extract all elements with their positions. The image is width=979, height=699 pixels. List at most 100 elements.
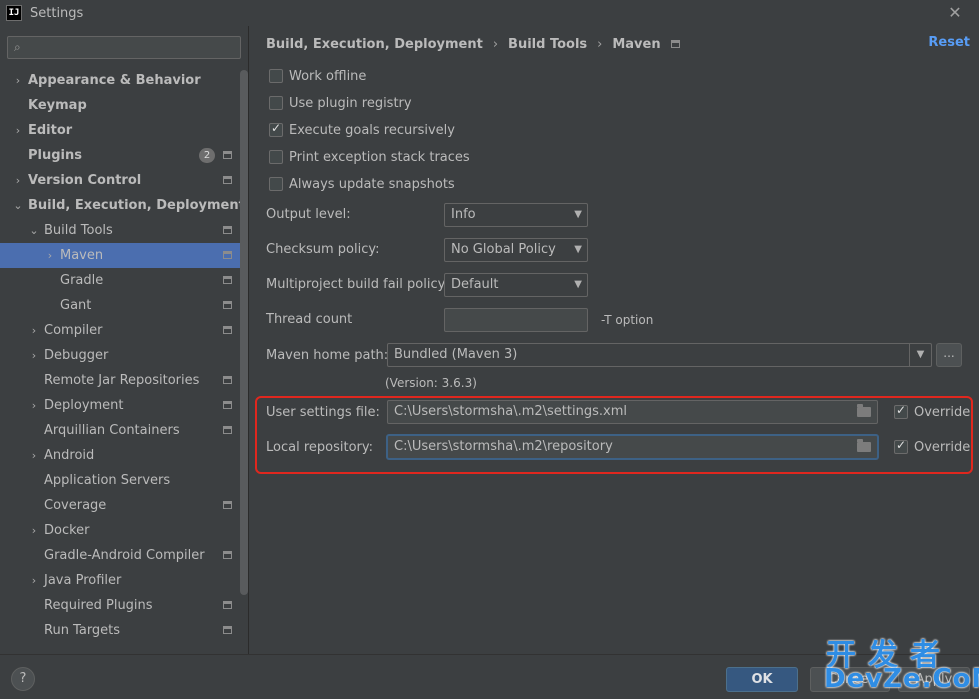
sidebar-item-maven[interactable]: › Maven [0, 243, 240, 268]
print-exception-stack-traces-checkbox[interactable]: Print exception stack traces [269, 148, 470, 166]
window-title: Settings [30, 5, 84, 21]
execute-goals-recursively-checkbox[interactable]: Execute goals recursively [269, 121, 455, 139]
checkbox-box[interactable] [269, 96, 283, 110]
ok-button[interactable]: OK [726, 667, 798, 692]
sidebar-item-java-profiler[interactable]: › Java Profiler [0, 568, 240, 593]
sidebar-item-label: Arquillian Containers [44, 423, 180, 438]
close-icon[interactable]: ✕ [945, 3, 965, 23]
checkbox-label: Execute goals recursively [289, 122, 455, 138]
project-settings-icon [223, 176, 232, 184]
chevron-down-icon[interactable]: ⌄ [12, 193, 24, 218]
local-repository-override-checkbox[interactable]: Override [894, 438, 970, 456]
sidebar-item-appearance-behavior[interactable]: › Appearance & Behavior [0, 68, 240, 93]
sidebar-item-build-tools[interactable]: ⌄ Build Tools [0, 218, 240, 243]
checkbox-box[interactable] [269, 150, 283, 164]
maven-home-browse-button[interactable]: ... [936, 343, 962, 367]
cancel-button[interactable]: Cancel [810, 667, 890, 692]
checkbox-box[interactable] [894, 403, 908, 419]
sidebar-item-label: Application Servers [44, 473, 171, 488]
reset-link[interactable]: Reset [928, 35, 970, 50]
search-input[interactable] [32, 38, 237, 57]
dialog-footer: ? OK Cancel Apply [0, 654, 979, 699]
project-settings-icon [223, 626, 232, 634]
sidebar-item-plugins[interactable]: Plugins 2 [0, 143, 240, 168]
chevron-right-icon[interactable]: › [44, 243, 56, 268]
sidebar-item-label: Maven [60, 248, 104, 263]
sidebar-item-version-control[interactable]: › Version Control [0, 168, 240, 193]
checkbox-box[interactable] [269, 177, 283, 191]
local-repository-value: C:\Users\stormsha\.m2\repository [394, 439, 613, 454]
folder-icon[interactable] [857, 439, 871, 452]
sidebar-item-android[interactable]: › Android [0, 443, 240, 468]
settings-search[interactable]: ⌕ [7, 36, 241, 59]
override-label: Override [914, 439, 971, 455]
output-level-label: Output level: [266, 207, 351, 222]
chevron-down-icon[interactable]: ⌄ [28, 218, 40, 243]
local-repository-input[interactable]: C:\Users\stormsha\.m2\repository [387, 435, 878, 459]
sidebar-item-deployment[interactable]: › Deployment [0, 393, 240, 418]
chevron-right-icon[interactable]: › [28, 393, 40, 418]
maven-home-path-select[interactable]: Bundled (Maven 3) ▼ [387, 343, 932, 367]
checkbox-box[interactable] [894, 438, 908, 454]
sidebar-item-gant[interactable]: Gant [0, 293, 240, 318]
chevron-right-icon[interactable]: › [28, 443, 40, 468]
sidebar-item-gradle[interactable]: Gradle [0, 268, 240, 293]
sidebar-item-run-targets[interactable]: Run Targets [0, 618, 240, 643]
checksum-policy-value: No Global Policy [451, 242, 556, 257]
checkbox-box[interactable] [269, 69, 283, 83]
project-settings-icon [223, 276, 232, 284]
sidebar-item-editor[interactable]: › Editor [0, 118, 240, 143]
checkbox-label: Work offline [289, 68, 367, 84]
work-offline-checkbox[interactable]: Work offline [269, 67, 366, 85]
checksum-policy-select[interactable]: No Global Policy ▼ [444, 238, 588, 262]
project-settings-icon [223, 326, 232, 334]
chevron-right-icon[interactable]: › [12, 168, 24, 193]
sidebar-item-label: Deployment [44, 398, 124, 413]
chevron-right-icon[interactable]: › [28, 343, 40, 368]
sidebar-item-gradle-android-compiler[interactable]: Gradle-Android Compiler [0, 543, 240, 568]
sidebar-item-label: Appearance & Behavior [28, 73, 201, 88]
sidebar-item-application-servers[interactable]: Application Servers [0, 468, 240, 493]
output-level-value: Info [451, 207, 476, 222]
chevron-right-icon[interactable]: › [28, 568, 40, 593]
chevron-down-icon: ▼ [574, 244, 582, 255]
checkbox-box[interactable] [269, 121, 283, 137]
thread-count-input[interactable] [444, 308, 588, 332]
chevron-right-icon[interactable]: › [12, 118, 24, 143]
use-plugin-registry-checkbox[interactable]: Use plugin registry [269, 94, 412, 112]
chevron-right-icon[interactable]: › [28, 518, 40, 543]
always-update-snapshots-checkbox[interactable]: Always update snapshots [269, 175, 455, 193]
sidebar-item-remote-jar-repositories[interactable]: Remote Jar Repositories [0, 368, 240, 393]
breadcrumb-separator: › [597, 36, 603, 52]
sidebar-item-build-execution-deployment[interactable]: ⌄ Build, Execution, Deployment [0, 193, 244, 218]
user-settings-file-input[interactable]: C:\Users\stormsha\.m2\settings.xml [387, 400, 878, 424]
output-level-select[interactable]: Info ▼ [444, 203, 588, 227]
sidebar-item-label: Docker [44, 523, 90, 538]
user-settings-override-checkbox[interactable]: Override [894, 403, 970, 421]
checkbox-label: Use plugin registry [289, 95, 412, 111]
project-settings-icon [223, 401, 232, 409]
thread-count-label: Thread count [266, 312, 353, 327]
chevron-right-icon[interactable]: › [12, 68, 24, 93]
sidebar-item-label: Gradle [60, 273, 104, 288]
chevron-right-icon[interactable]: › [28, 318, 40, 343]
sidebar-item-arquillian-containers[interactable]: Arquillian Containers [0, 418, 240, 443]
multiproject-fail-policy-label: Multiproject build fail policy: [266, 277, 449, 292]
search-icon: ⌕ [14, 40, 21, 54]
sidebar-item-compiler[interactable]: › Compiler [0, 318, 240, 343]
sidebar-item-keymap[interactable]: Keymap [0, 93, 240, 118]
apply-button[interactable]: Apply [898, 667, 970, 692]
help-button[interactable]: ? [11, 667, 35, 691]
sidebar-item-docker[interactable]: › Docker [0, 518, 240, 543]
sidebar-item-label: Gant [60, 298, 92, 313]
sidebar-item-debugger[interactable]: › Debugger [0, 343, 240, 368]
sidebar-scrollbar[interactable] [240, 70, 248, 595]
project-settings-icon [223, 551, 232, 559]
multiproject-fail-policy-value: Default [451, 277, 499, 292]
folder-icon[interactable] [857, 404, 871, 417]
sidebar-item-required-plugins[interactable]: Required Plugins [0, 593, 240, 618]
sidebar-item-coverage[interactable]: Coverage [0, 493, 240, 518]
project-settings-icon [670, 40, 680, 48]
checkbox-label: Print exception stack traces [289, 149, 470, 165]
multiproject-fail-policy-select[interactable]: Default ▼ [444, 273, 588, 297]
